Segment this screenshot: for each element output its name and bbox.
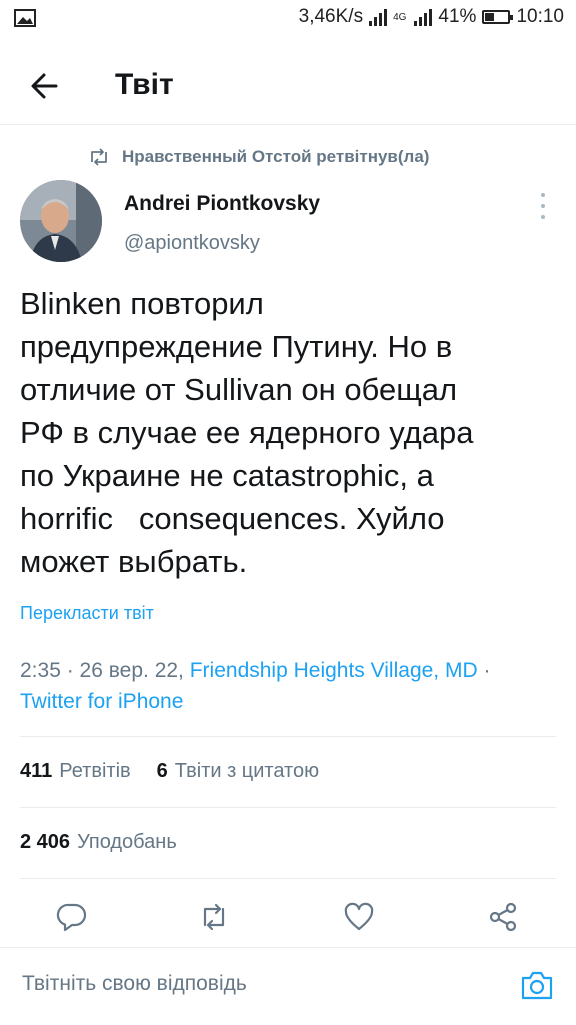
signal-icon-2 <box>414 8 433 26</box>
retweets-stat[interactable]: 411 Ретвітів <box>20 760 131 783</box>
status-bar: 3,46K/s 4G 41% 10:10 <box>0 0 576 38</box>
retweeted-by-text: Нравственный Отстой ретвітнув(ла) <box>122 147 430 166</box>
retweets-label: Ретвітів <box>59 760 131 782</box>
status-bar-right: 3,46K/s 4G 41% 10:10 <box>299 6 564 28</box>
retweeted-by[interactable]: Нравственный Отстой ретвітнув(ла) <box>88 147 429 167</box>
tweet-source-link[interactable]: Twitter for iPhone <box>20 690 183 713</box>
share-button[interactable] <box>487 901 519 933</box>
retweet-icon <box>203 903 225 931</box>
clock: 10:10 <box>516 6 564 27</box>
divider <box>20 878 556 879</box>
tweet-time: 2:35 <box>20 659 61 682</box>
arrow-left-icon[interactable] <box>26 68 66 104</box>
like-icon <box>344 902 374 931</box>
network-speed: 3,46K/s <box>298 6 364 27</box>
share-icon <box>489 902 517 932</box>
avatar-image <box>20 180 102 262</box>
retweets-count: 411 <box>20 760 53 782</box>
reply-input[interactable]: Твітніть свою відповідь <box>22 972 247 996</box>
likes-label: Уподобань <box>77 831 177 853</box>
divider <box>20 736 556 737</box>
avatar[interactable] <box>20 180 102 262</box>
translate-tweet-link[interactable]: Перекласти твіт <box>20 603 154 624</box>
like-button[interactable] <box>343 901 375 933</box>
more-options-icon[interactable] <box>533 193 553 219</box>
quotes-stat[interactable]: 6 Твіти з цитатою <box>157 760 319 783</box>
retweet-button[interactable] <box>198 901 230 933</box>
tweet-meta: 2:35 · 26 вер. 22, Friendship Heights Vi… <box>20 655 560 717</box>
likes-stats: 2 406 Уподобань <box>20 831 197 854</box>
tweet-actions <box>0 893 576 941</box>
battery-percent: 41% <box>438 6 477 27</box>
reply-button[interactable] <box>56 901 88 933</box>
meta-separator-2: · <box>477 659 491 682</box>
quotes-label: Твіти з цитатою <box>174 760 320 782</box>
signal-icon <box>369 8 388 26</box>
camera-icon[interactable] <box>520 969 554 1001</box>
retweet-stats: 411 Ретвітів 6 Твіти з цитатою <box>20 760 339 783</box>
battery-icon <box>482 10 514 24</box>
retweet-icon <box>91 148 107 166</box>
likes-stat[interactable]: 2 406 Уподобань <box>20 831 177 854</box>
meta-comma: , <box>178 659 190 682</box>
tweet-date: 26 вер. 22 <box>79 659 179 682</box>
author-name[interactable]: Andrei Piontkovsky <box>124 192 320 216</box>
divider <box>20 807 556 808</box>
reply-bar: Твітніть свою відповідь <box>0 947 576 1025</box>
reply-icon <box>56 903 87 932</box>
header: Твіт <box>0 50 576 125</box>
tweet-text: Blinken повторил предупреждение Путину. … <box>20 286 474 579</box>
network-type: 4G <box>393 11 407 23</box>
author-handle[interactable]: @apiontkovsky <box>124 232 260 255</box>
meta-separator: · <box>60 659 80 682</box>
likes-count: 2 406 <box>20 831 71 853</box>
tweet-location-link[interactable]: Friendship Heights Village, MD <box>190 659 478 682</box>
quotes-count: 6 <box>156 760 168 782</box>
page-title: Твіт <box>115 68 174 101</box>
image-notification-icon <box>14 9 36 27</box>
